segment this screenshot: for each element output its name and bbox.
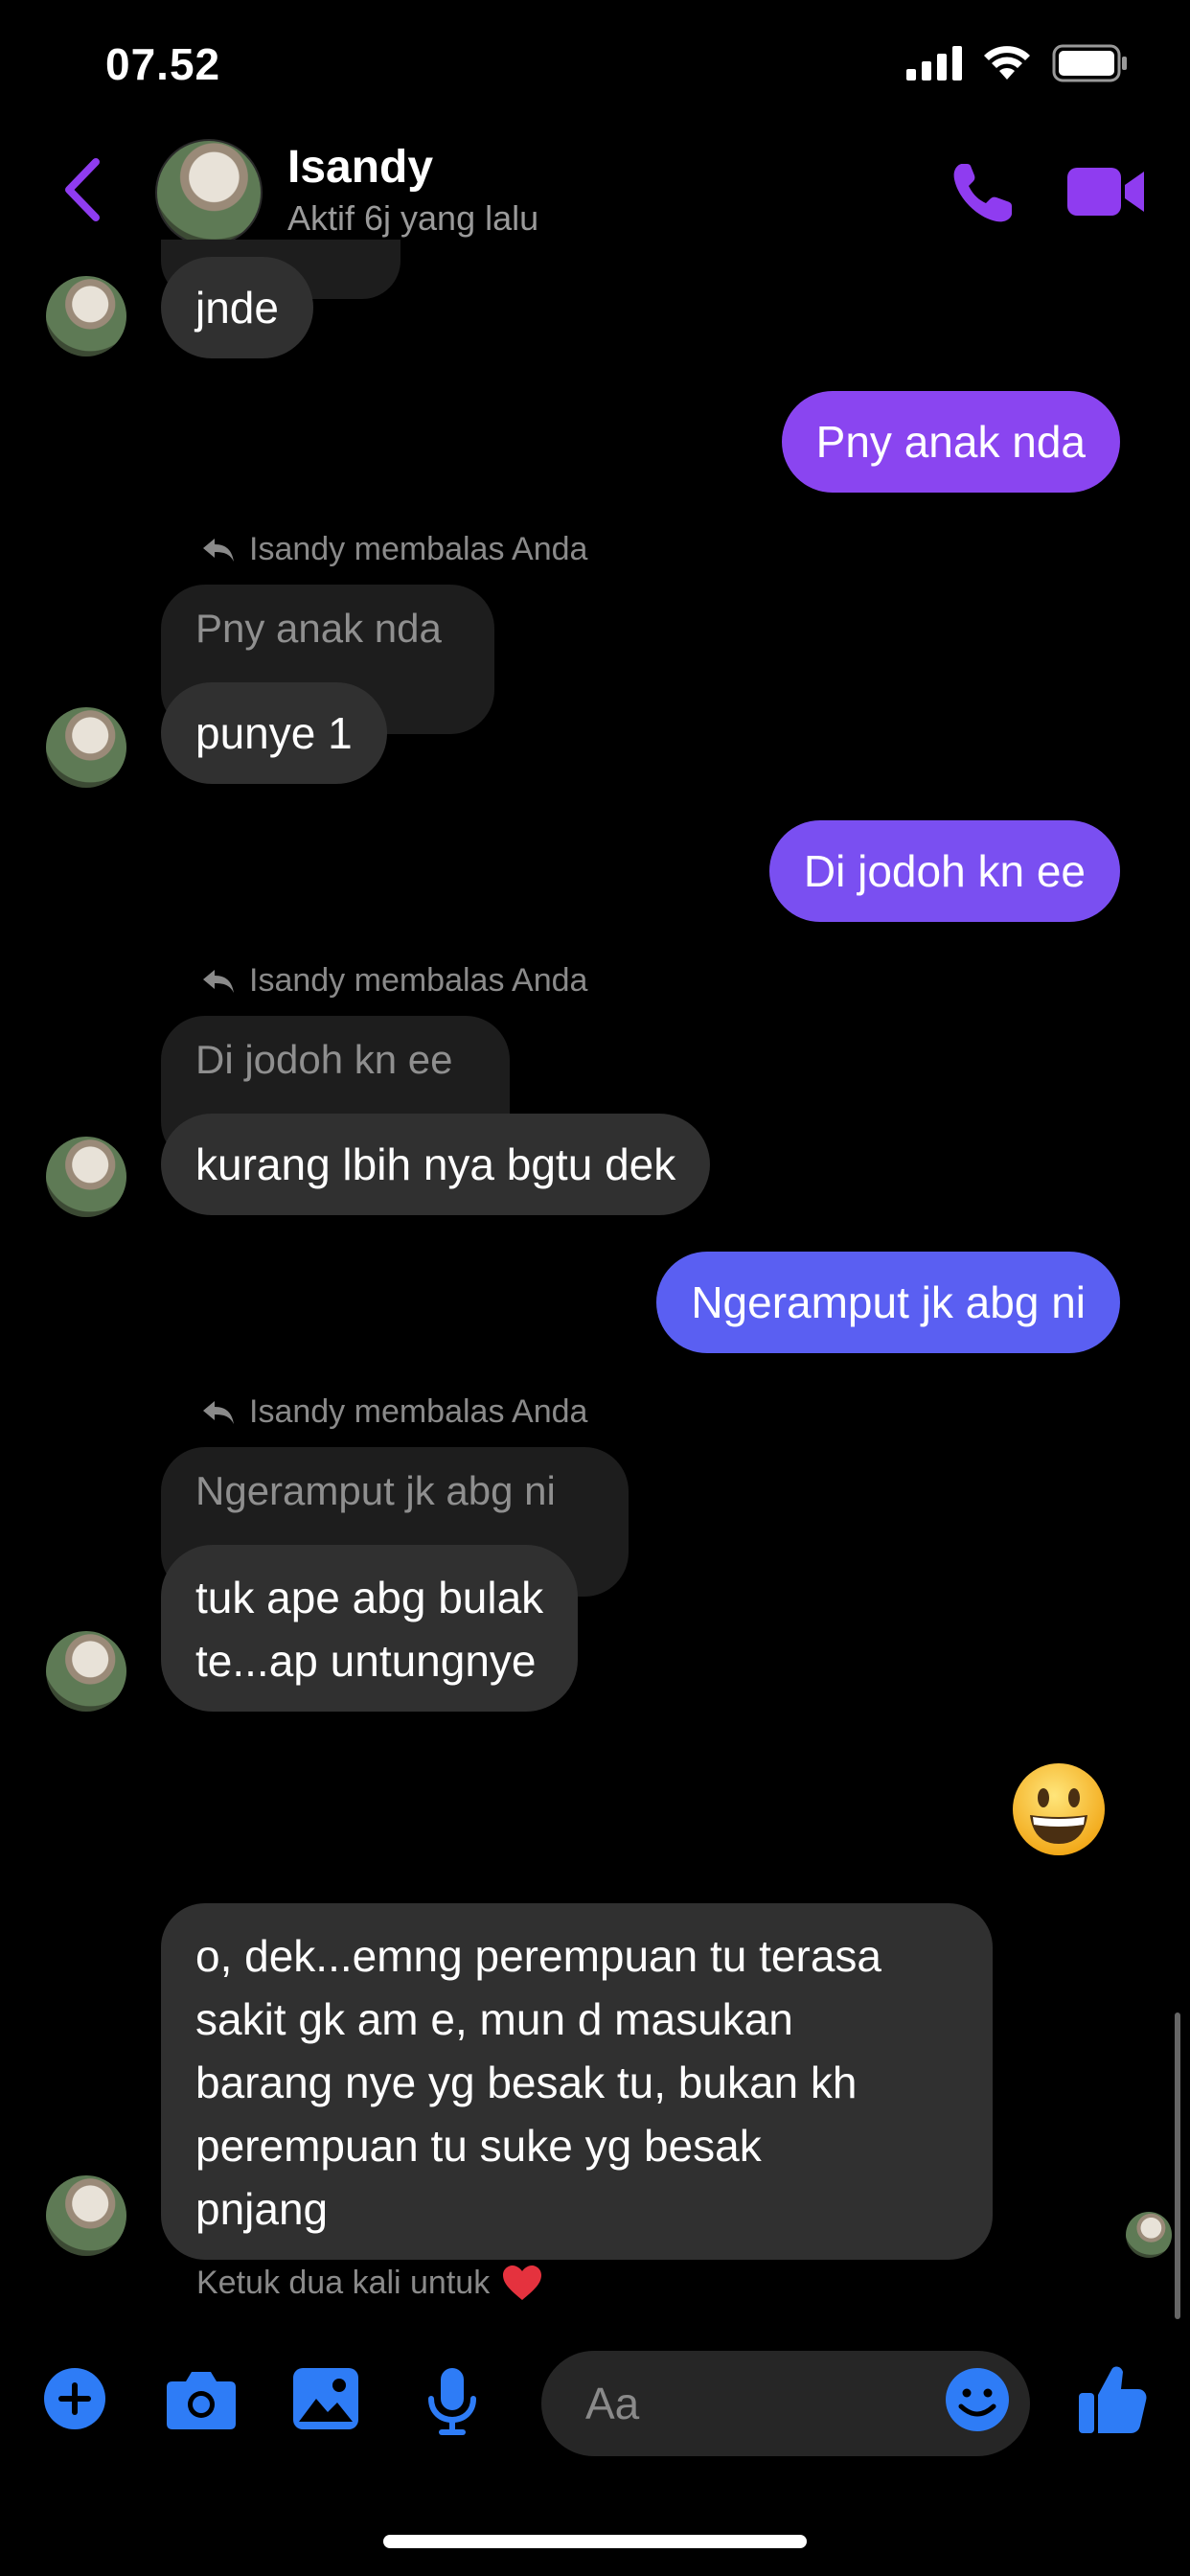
chat-header: Isandy Aktif 6j yang lalu: [0, 129, 1190, 254]
back-chevron-icon[interactable]: [56, 156, 113, 223]
status-bar: 07.52: [0, 0, 1190, 125]
reply-label-text: Isandy membalas Anda: [249, 531, 588, 567]
emoji-picker-icon[interactable]: [944, 2366, 1011, 2433]
sender-avatar[interactable]: [46, 1631, 126, 1712]
microphone-icon[interactable]: [425, 2366, 479, 2437]
sender-avatar[interactable]: [46, 2175, 126, 2256]
phone-call-icon[interactable]: [949, 158, 1018, 227]
wifi-icon: [984, 46, 1030, 80]
message-bubble-outgoing[interactable]: Pny anak nda: [781, 391, 1120, 493]
signal-icon: [906, 46, 962, 80]
battery-icon: [1052, 44, 1127, 82]
sender-avatar[interactable]: [46, 1137, 126, 1217]
seen-receipt-avatar: [1126, 2212, 1172, 2258]
reply-arrow-icon: [203, 1400, 234, 1424]
message-composer: [0, 2343, 1190, 2468]
message-bubble-outgoing[interactable]: Di jodoh kn ee: [768, 820, 1120, 922]
message-line: barang nye yg besak tu, bukan kh: [195, 2058, 858, 2107]
message-line: te...ap untungnye: [195, 1636, 537, 1686]
reply-indicator: Isandy membalas Anda: [201, 531, 587, 568]
reply-indicator: Isandy membalas Anda: [201, 962, 587, 1000]
sender-avatar[interactable]: [46, 707, 126, 788]
contact-name[interactable]: Isandy: [287, 141, 433, 194]
reply-label-text: Isandy membalas Anda: [249, 1393, 588, 1430]
grinning-face-emoji-icon[interactable]: [1011, 1761, 1107, 1857]
reply-label-text: Isandy membalas Anda: [249, 962, 588, 999]
message-line: pnjang: [195, 2184, 329, 2234]
reply-arrow-icon: [203, 969, 234, 993]
status-icons: [906, 44, 1129, 82]
camera-icon[interactable]: [165, 2366, 238, 2431]
double-tap-hint: Ketuk dua kali untuk: [196, 2264, 543, 2302]
message-bubble-incoming[interactable]: jnde: [161, 257, 313, 358]
photo-gallery-icon[interactable]: [291, 2366, 360, 2431]
message-bubble-incoming[interactable]: o, dek...emng perempuan tu terasa sakit …: [161, 1903, 993, 2260]
message-bubble-incoming[interactable]: tuk ape abg bulak te...ap untungnye: [161, 1545, 579, 1712]
reply-indicator: Isandy membalas Anda: [201, 1393, 587, 1431]
message-line: sakit gk am e, mun d masukan: [195, 1994, 793, 2044]
sender-avatar[interactable]: [46, 276, 126, 356]
status-time: 07.52: [105, 39, 221, 89]
message-bubble-incoming[interactable]: kurang lbih nya bgtu dek: [161, 1114, 711, 1215]
heart-icon: [503, 2266, 542, 2300]
add-plus-icon[interactable]: [42, 2366, 107, 2431]
reply-arrow-icon: [203, 538, 234, 562]
contact-avatar[interactable]: [155, 139, 263, 246]
video-call-icon[interactable]: [1065, 160, 1146, 223]
message-bubble-incoming[interactable]: punye 1: [161, 682, 387, 784]
message-list[interactable]: jnde Pny anak nda Isandy membalas Anda P…: [0, 240, 1190, 2329]
thumbs-up-icon[interactable]: [1077, 2362, 1148, 2435]
hint-text: Ketuk dua kali untuk: [196, 2264, 491, 2301]
contact-status: Aktif 6j yang lalu: [287, 198, 539, 238]
message-line: tuk ape abg bulak: [195, 1573, 544, 1622]
scrollbar[interactable]: [1175, 2012, 1180, 2319]
message-line: perempuan tu suke yg besak: [195, 2121, 762, 2171]
message-bubble-outgoing[interactable]: Ngeramput jk abg ni: [656, 1252, 1120, 1353]
message-line: o, dek...emng perempuan tu terasa: [195, 1931, 881, 1981]
home-indicator[interactable]: [383, 2535, 807, 2548]
